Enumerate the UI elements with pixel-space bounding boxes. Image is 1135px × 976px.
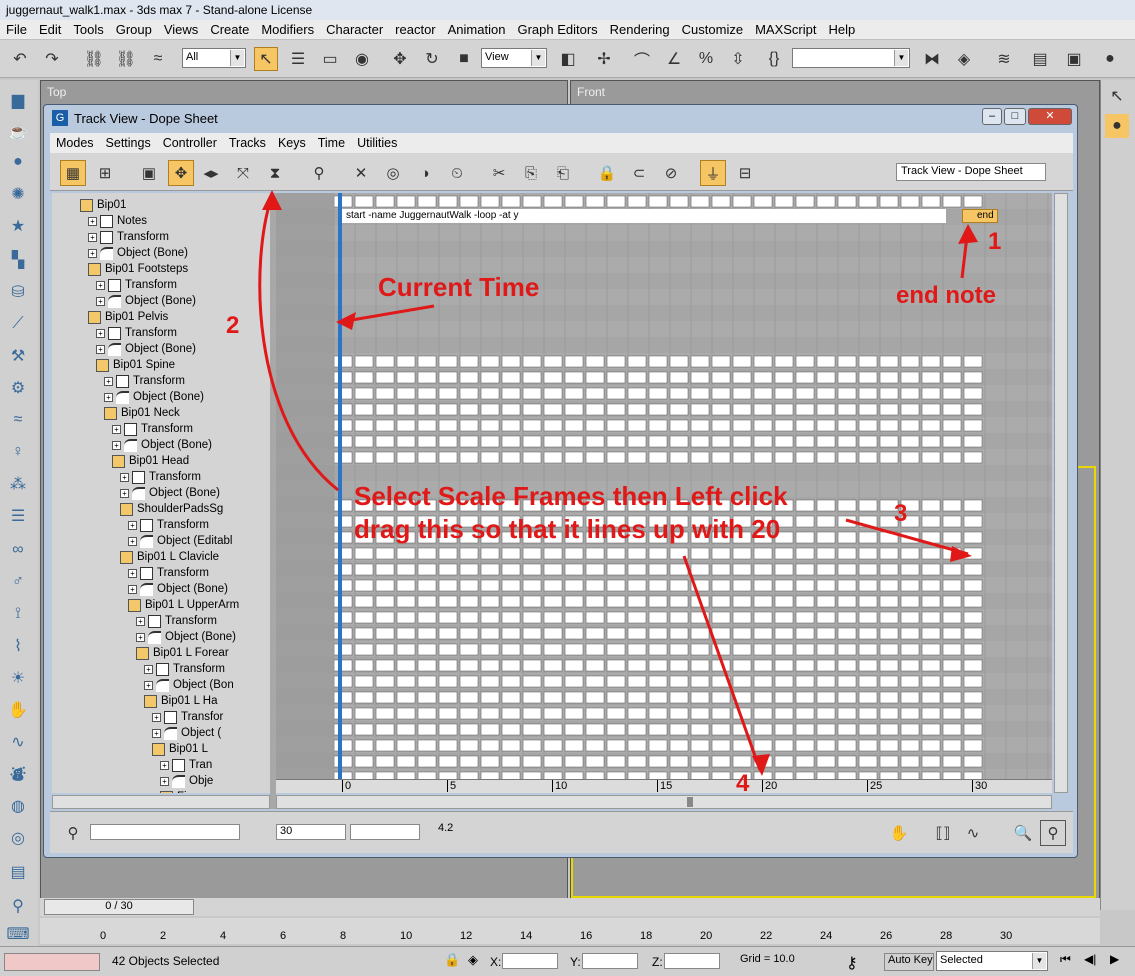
annotation-end-note: end note (896, 282, 996, 309)
annotation-instruction-1: Select Scale Frames then Left click (354, 481, 788, 511)
annotation-number-1: 1 (988, 228, 1002, 255)
arrow-step-4 (682, 555, 762, 771)
arrowhead-current-time (336, 312, 356, 330)
arrowhead-scale-frames (262, 190, 282, 210)
annotation-number-2: 2 (226, 312, 240, 339)
annotation-number-3: 3 (894, 500, 908, 527)
arrowhead-step-4 (752, 754, 770, 776)
arrow-scale-frames-tool (258, 195, 339, 492)
annotation-current-time: Current Time (378, 272, 540, 302)
arrowhead-end-note (958, 224, 978, 244)
annotation-instruction-2: drag this so that it lines up with 20 (354, 514, 781, 544)
annotation-number-4: 4 (736, 770, 750, 797)
arrowhead-step-3 (950, 546, 972, 562)
